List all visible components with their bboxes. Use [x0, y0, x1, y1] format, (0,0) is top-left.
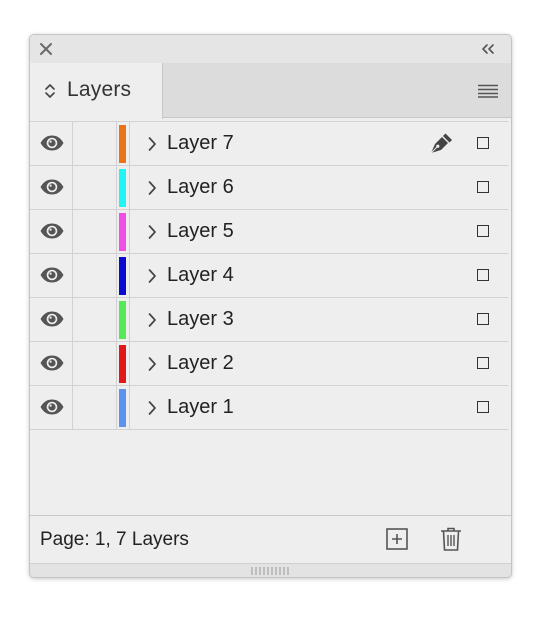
layer-name[interactable]: Layer 4	[167, 264, 234, 287]
chevron-right-icon[interactable]	[147, 400, 157, 416]
layer-name[interactable]: Layer 2	[167, 352, 234, 375]
column-divider	[72, 210, 73, 253]
resize-handle[interactable]	[30, 563, 511, 577]
column-divider	[72, 122, 73, 165]
layer-row-2[interactable]: Layer 6	[30, 165, 508, 209]
column-divider	[116, 254, 117, 297]
layer-row-3[interactable]: Layer 5	[30, 209, 508, 253]
eye-icon[interactable]	[39, 309, 65, 329]
up-down-arrows-icon	[45, 84, 55, 98]
hamburger-menu-icon[interactable]	[477, 84, 499, 98]
layer-color-swatch	[119, 389, 126, 427]
chevron-right-icon[interactable]	[147, 356, 157, 372]
trash-icon[interactable]	[439, 526, 463, 552]
status-text: Page: 1, 7 Layers	[40, 529, 189, 550]
eye-icon[interactable]	[39, 397, 65, 417]
layer-color-swatch	[119, 125, 126, 163]
layer-name[interactable]: Layer 3	[167, 308, 234, 331]
eye-icon[interactable]	[39, 177, 65, 197]
column-divider	[72, 166, 73, 209]
panel-title: Layers	[67, 78, 132, 101]
column-divider	[129, 210, 130, 253]
layer-row-4[interactable]: Layer 4	[30, 253, 508, 297]
selection-checkbox[interactable]	[477, 181, 489, 193]
chevron-right-icon[interactable]	[147, 136, 157, 152]
column-divider	[129, 386, 130, 429]
column-divider	[116, 298, 117, 341]
selection-checkbox[interactable]	[477, 313, 489, 325]
panel-footer: Page: 1, 7 Layers	[30, 515, 511, 563]
layer-row-7[interactable]: Layer 1	[30, 385, 508, 430]
eye-icon[interactable]	[39, 353, 65, 373]
column-divider	[72, 386, 73, 429]
layer-name[interactable]: Layer 6	[167, 176, 234, 199]
selection-checkbox[interactable]	[477, 357, 489, 369]
selection-checkbox[interactable]	[477, 137, 489, 149]
column-divider	[129, 298, 130, 341]
chevron-right-icon[interactable]	[147, 268, 157, 284]
new-layer-icon[interactable]	[385, 527, 409, 551]
chevron-right-icon[interactable]	[147, 180, 157, 196]
selection-checkbox[interactable]	[477, 269, 489, 281]
column-divider	[116, 342, 117, 385]
layer-color-swatch	[119, 301, 126, 339]
layer-name[interactable]: Layer 7	[167, 132, 234, 155]
column-divider	[72, 298, 73, 341]
column-divider	[129, 166, 130, 209]
column-divider	[116, 210, 117, 253]
eye-icon[interactable]	[39, 221, 65, 241]
layer-color-swatch	[119, 213, 126, 251]
panel-tab-bar: Layers	[30, 63, 511, 119]
layer-color-swatch	[119, 257, 126, 295]
chevron-right-icon[interactable]	[147, 224, 157, 240]
layer-row-1[interactable]: Layer 7	[30, 121, 508, 165]
column-divider	[116, 386, 117, 429]
panel-titlebar	[30, 35, 511, 63]
eye-icon[interactable]	[39, 133, 65, 153]
eye-icon[interactable]	[39, 265, 65, 285]
selection-checkbox[interactable]	[477, 225, 489, 237]
column-divider	[129, 254, 130, 297]
column-divider	[116, 122, 117, 165]
chevron-right-icon[interactable]	[147, 312, 157, 328]
layer-row-5[interactable]: Layer 3	[30, 297, 508, 341]
close-icon[interactable]	[38, 41, 54, 57]
pen-nib-icon	[430, 133, 452, 154]
grip-icon	[251, 567, 289, 575]
layer-row-6[interactable]: Layer 2	[30, 341, 508, 385]
column-divider	[129, 342, 130, 385]
layer-name[interactable]: Layer 1	[167, 396, 234, 419]
layer-color-swatch	[119, 169, 126, 207]
layer-color-swatch	[119, 345, 126, 383]
tab-layers[interactable]: Layers	[30, 63, 163, 119]
column-divider	[72, 254, 73, 297]
layer-name[interactable]: Layer 5	[167, 220, 234, 243]
selection-checkbox[interactable]	[477, 401, 489, 413]
column-divider	[129, 122, 130, 165]
double-chevron-left-icon[interactable]	[479, 42, 497, 56]
column-divider	[116, 166, 117, 209]
column-divider	[72, 342, 73, 385]
layers-panel: Layers Layer 7 Layer 6 Layer 5 Layer 4 L…	[29, 34, 512, 578]
layers-list: Layer 7 Layer 6 Layer 5 Layer 4 Layer 3 …	[30, 121, 511, 515]
